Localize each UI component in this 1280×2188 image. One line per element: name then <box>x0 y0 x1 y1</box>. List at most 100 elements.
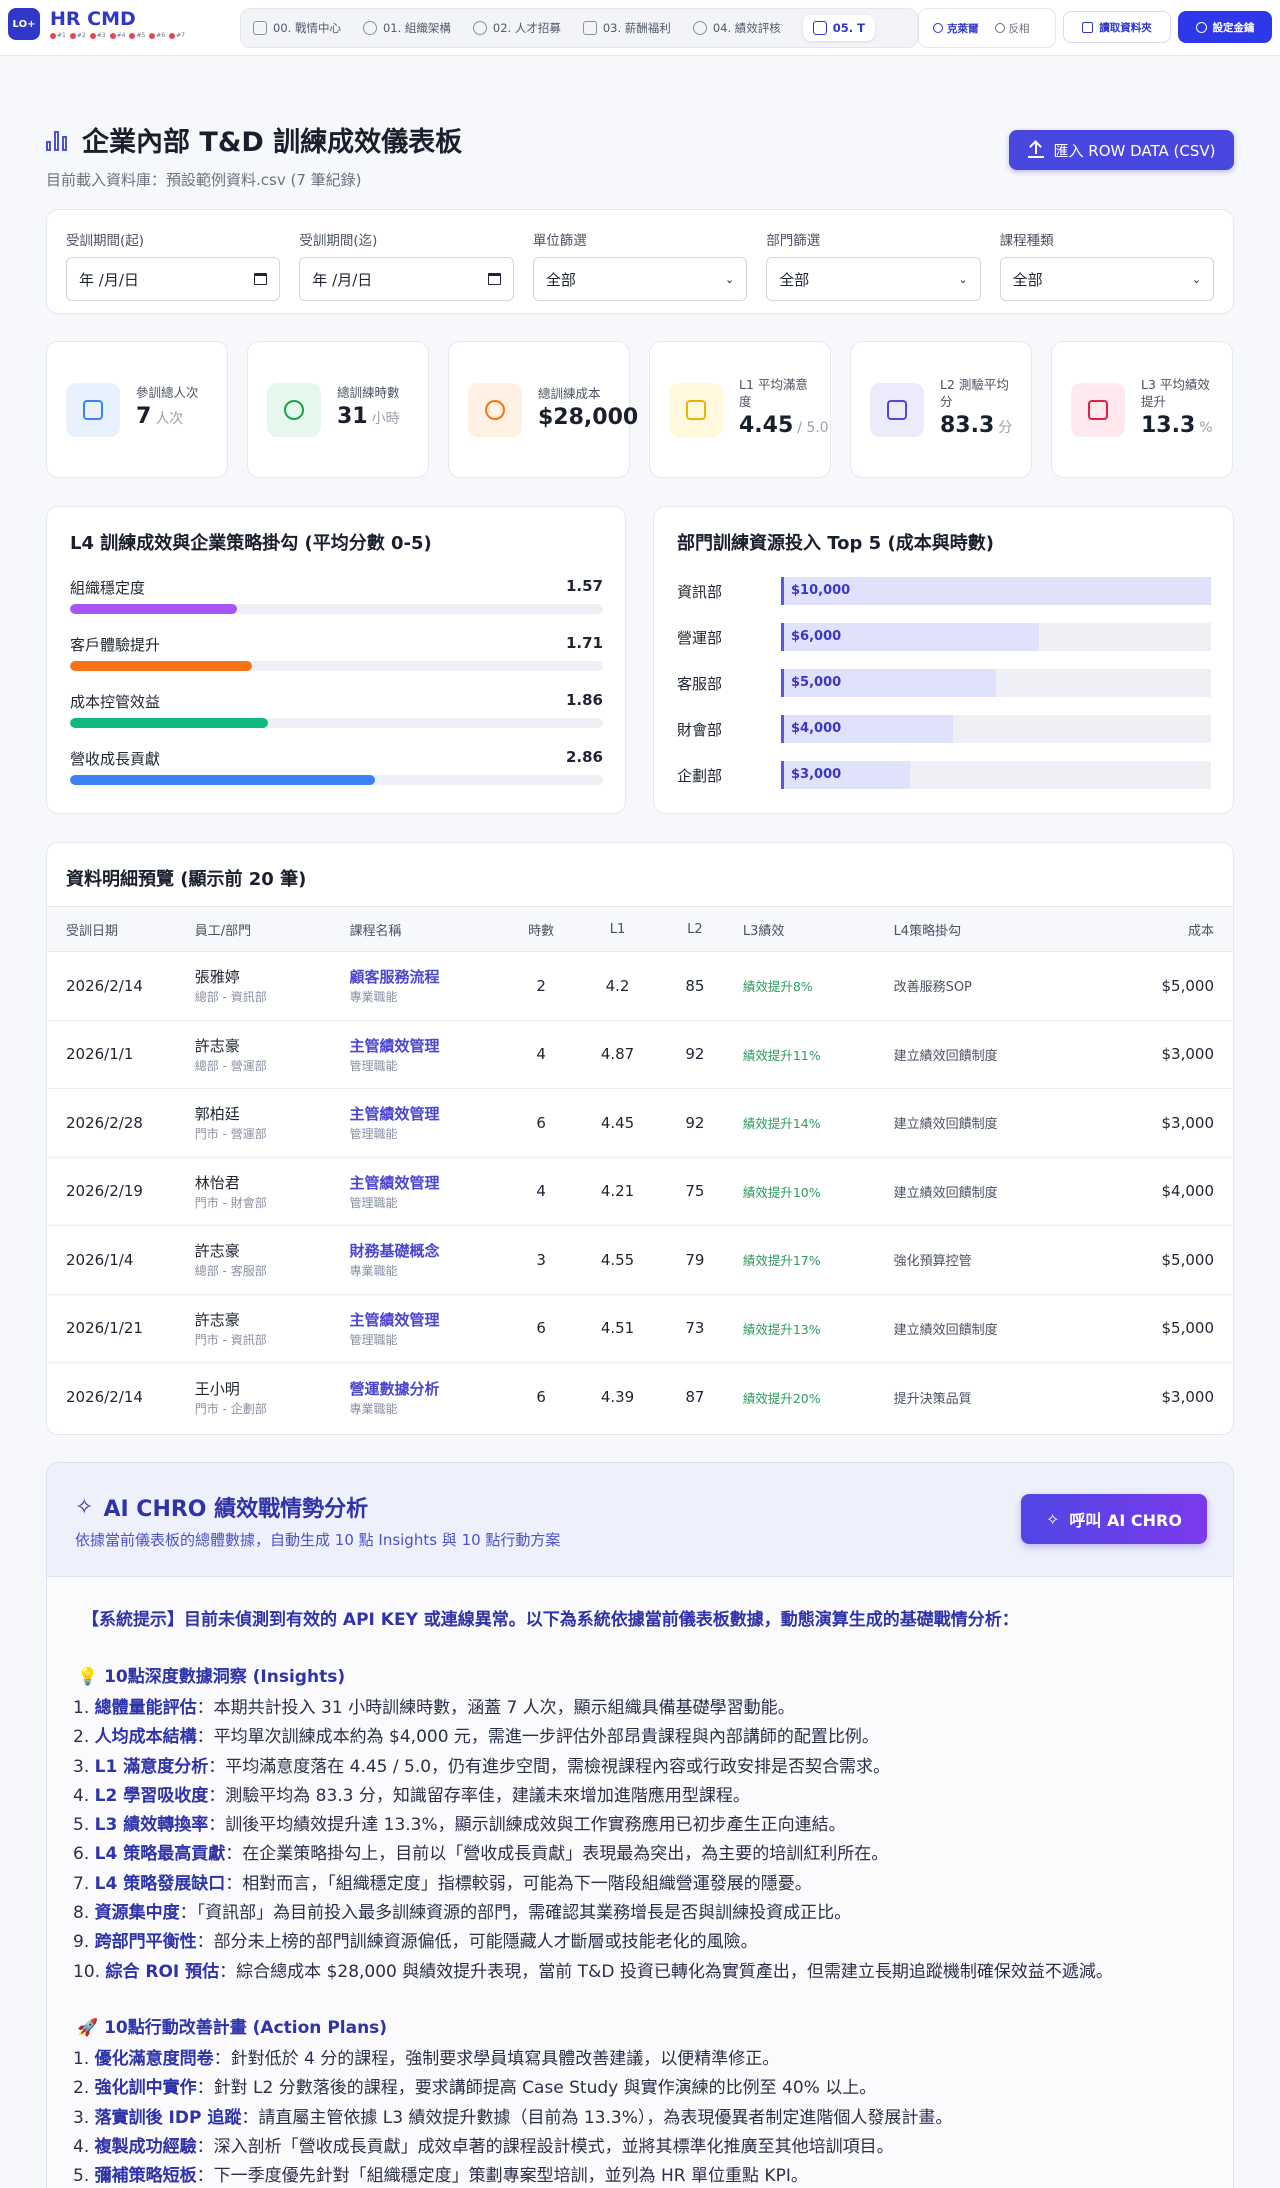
brand[interactable]: LO+ HR CMD #1 #2 #3 #4 #5 #6 #7 <box>8 8 185 40</box>
department-select[interactable]: 全部 ⌄ <box>766 257 981 301</box>
dept-bar-row: 財會部 $4,000 <box>677 715 1211 743</box>
tab-organization[interactable]: 01. 組織架構 <box>362 20 451 36</box>
table-row[interactable]: 2026/2/28 郭柏廷 門市 - 營運部 主管績效管理 管理職能 6 4.45 92 績效提… <box>47 1089 1233 1158</box>
col-l4[interactable]: L4策略掛勾 <box>892 920 1108 939</box>
l3-value: 績效提升17% <box>742 1253 821 1269</box>
col-course[interactable]: 課程名稱 <box>350 920 505 939</box>
kpi-value: 7 人次 <box>136 404 184 429</box>
calendar-icon[interactable] <box>254 273 268 285</box>
l3-value: 績效提升10% <box>742 1184 821 1200</box>
calendar-icon[interactable] <box>487 273 501 285</box>
cell-course: 主管績效管理 管理職能 <box>350 1309 505 1348</box>
set-key-button[interactable]: 設定金鑰 <box>1178 11 1272 43</box>
cell-l2: 79 <box>685 1250 705 1269</box>
table-body: 2026/2/14 張雅婷 總部 - 資訊部 顧客服務流程 專業職能 2 4.2 85 績效提升… <box>47 952 1233 1432</box>
employee-name: 許志豪 <box>194 1242 240 1261</box>
dept-bar-track: $6,000 <box>781 623 1211 651</box>
trend-up-icon <box>1071 382 1125 437</box>
l4-value: 建立績效回饋制度 <box>893 1117 998 1133</box>
cell-cost: $5,000 <box>1161 976 1215 995</box>
cell-l1: 4.55 <box>600 1250 635 1269</box>
tab-performance[interactable]: 04. 績效評核 <box>692 20 781 36</box>
table-row[interactable]: 2026/2/19 林怡君 門市 - 財會部 主管績效管理 管理職能 4 4.21 75 績效提… <box>47 1158 1233 1226</box>
bar-chart-icon <box>46 129 70 151</box>
table-row[interactable]: 2026/1/21 許志豪 門市 - 資訊部 主管績效管理 管理職能 6 4.51 73 績效提… <box>47 1295 1233 1363</box>
cell-hours: 6 <box>536 1388 546 1407</box>
insight-item: 8. 資源集中度：「資訊部」為目前投入最多訓練資源的部門，需確認其業務增長是否與… <box>73 1903 852 1924</box>
course-type: 管理職能 <box>349 1332 398 1347</box>
dollar-icon <box>468 382 522 437</box>
kpi-unit: 分 <box>998 419 1013 436</box>
dept-name: 財會部 <box>677 720 723 739</box>
course-name: 主管績效管理 <box>349 1036 440 1055</box>
col-date[interactable]: 受訓日期 <box>47 920 195 939</box>
l3-value: 績效提升14% <box>742 1116 821 1132</box>
l4-bar-track <box>70 718 603 728</box>
employee-dept: 門市 - 資訊部 <box>194 1332 267 1347</box>
filter-department: 部門篩選 全部 ⌄ <box>766 229 981 313</box>
call-ai-chro-button[interactable]: ✧ 呼叫 AI CHRO <box>1021 1494 1207 1544</box>
insight-item: 2. 人均成本結構：平均單次訓練成本約為 $4,000 元，需進一步評估外部昂貴… <box>73 1727 879 1748</box>
top5-panel-title: 部門訓練資源投入 Top 5 (成本與時數) <box>677 533 994 554</box>
table-row[interactable]: 2026/1/1 許志豪 總部 - 營運部 主管績效管理 管理職能 4 4.87 92 績效提升… <box>47 1021 1233 1089</box>
tab-dashboard[interactable]: 00. 戰情中心 <box>253 20 341 36</box>
col-l2[interactable]: L2 <box>657 922 733 937</box>
insights-list: 1. 總體量能評估：本期共計投入 31 小時訓練時數，涵蓋 7 人次，顯示組織具… <box>73 1694 1233 1987</box>
l4-bar-row: 組織穩定度 1.57 <box>70 577 603 614</box>
tab-compensation[interactable]: 03. 薪酬福利 <box>582 20 671 36</box>
user-plus-icon <box>472 21 487 35</box>
l4-value: 提升決策品質 <box>893 1391 972 1407</box>
insight-item: 6. L4 策略最高貢獻：在企業策略掛勾上，目前以「營收成長貢獻」表現最為突出，… <box>73 1844 889 1865</box>
employee-dept: 門市 - 財會部 <box>194 1195 267 1210</box>
theme-option-claire[interactable]: 克萊爾 <box>933 21 979 36</box>
cell-employee: 許志豪 門市 - 資訊部 <box>195 1309 350 1348</box>
action-plan-item: 5. 彌補策略短板：下一季度優先針對「組織穩定度」策劃專案型培訓，並列為 HR … <box>73 2166 808 2187</box>
kpi-card: 參訓總人次 7 人次 <box>46 341 228 478</box>
cell-hours: 3 <box>536 1250 546 1269</box>
cell-cost: $3,000 <box>1161 1113 1215 1132</box>
insight-item: 1. 總體量能評估：本期共計投入 31 小時訓練時數，涵蓋 7 人次，顯示組織具… <box>73 1698 795 1718</box>
course-type: 管理職能 <box>349 1058 398 1073</box>
course-type: 管理職能 <box>349 1195 398 1210</box>
tab-recruiting[interactable]: 02. 人才招募 <box>472 20 561 36</box>
table-row[interactable]: 2026/2/14 王小明 門市 - 企劃部 營運數據分析 專業職能 6 4.39 87 績效提… <box>47 1363 1233 1432</box>
kpi-card: L2 測驗平均分 83.3 分 <box>850 341 1032 478</box>
unit-select[interactable]: 全部 ⌄ <box>532 257 748 301</box>
top5-department-panel: 部門訓練資源投入 Top 5 (成本與時數) 資訊部 $10,000 營運部 $6,0… <box>653 506 1234 814</box>
insight-item: 10. 綜合 ROI 預估：綜合總成本 $28,000 與績效提升表現，當前 T… <box>73 1961 1113 1982</box>
end-date-input[interactable]: 年 /月/日 <box>299 257 514 301</box>
col-hours[interactable]: 時數 <box>504 920 578 939</box>
tab-training[interactable]: 05. T <box>802 15 875 41</box>
load-folder-button[interactable]: 讀取資料夾 <box>1063 11 1171 43</box>
start-date-input[interactable]: 年 /月/日 <box>66 257 281 301</box>
cell-l4: 強化預算控管 <box>892 1250 1108 1269</box>
cell-course: 顧客服務流程 專業職能 <box>350 966 505 1005</box>
dept-bar-row: 資訊部 $10,000 <box>677 577 1211 605</box>
cell-l3: 績效提升20% <box>733 1388 892 1407</box>
l4-bar-label: 成本控管效益 <box>70 693 161 711</box>
kpi-card: 總訓練成本 $28,000 <box>448 341 638 478</box>
l4-value: 改善服務SOP <box>893 980 972 996</box>
l4-bar-fill <box>70 604 238 614</box>
cell-l2: 92 <box>685 1113 705 1132</box>
l4-bar-row: 客戶體驗提升 1.71 <box>70 634 603 671</box>
l3-value: 績效提升11% <box>742 1047 821 1063</box>
col-l3[interactable]: L3績效 <box>733 920 892 939</box>
import-csv-button[interactable]: 匯入 ROW DATA (CSV) <box>1009 130 1234 170</box>
col-employee[interactable]: 員工/部門 <box>195 920 350 939</box>
theme-option-inverse[interactable]: 反相 <box>994 21 1030 36</box>
insight-item: 3. L1 滿意度分析：平均滿意度落在 4.45 / 5.0，仍有進步空間，需檢… <box>73 1756 891 1777</box>
col-cost[interactable]: 成本 <box>1107 920 1233 939</box>
course-name: 財務基礎概念 <box>349 1242 440 1261</box>
course-type-select[interactable]: 全部 ⌄ <box>999 257 1215 301</box>
table-row[interactable]: 2026/1/4 許志豪 總部 - 客服部 財務基礎概念 專業職能 3 4.55 79 績效提升… <box>47 1226 1233 1295</box>
sparkles-icon: ✧ <box>75 1494 94 1520</box>
col-l1[interactable]: L1 <box>578 922 657 937</box>
filter-start-date: 受訓期間(起) 年 /月/日 <box>66 229 281 313</box>
page-header: 企業內部 T&D 訓練成效儀表板 目前載入資料庫：預設範例資料.csv (7 筆… <box>46 120 462 190</box>
table-row[interactable]: 2026/2/14 張雅婷 總部 - 資訊部 顧客服務流程 專業職能 2 4.2 85 績效提升… <box>47 952 1233 1021</box>
dept-name: 客服部 <box>677 674 723 693</box>
l4-bar-fill <box>70 775 375 785</box>
theme-switch: 克萊爾 反相 <box>918 8 1056 48</box>
dept-name: 營運部 <box>677 628 723 647</box>
